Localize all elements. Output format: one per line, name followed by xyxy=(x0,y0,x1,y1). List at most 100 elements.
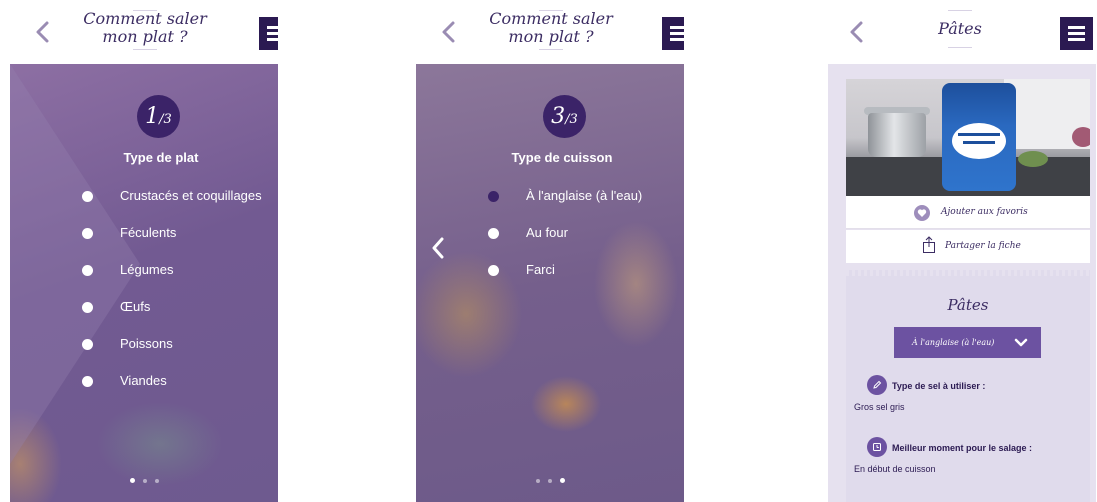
hamburger-icon xyxy=(267,38,278,41)
chevron-down-icon xyxy=(1014,338,1028,347)
hamburger-icon xyxy=(1068,32,1085,35)
card-edge-decoration xyxy=(846,270,1090,276)
option-item[interactable]: À l'anglaise (à l'eau) xyxy=(488,188,642,225)
option-item[interactable]: Féculents xyxy=(82,225,262,262)
cooking-method-value: À l'anglaise (à l'eau) xyxy=(912,338,995,347)
page-title: Pâtes xyxy=(885,10,1035,48)
step-current: 1 xyxy=(145,104,160,129)
radio-dot[interactable] xyxy=(82,265,93,276)
hamburger-icon xyxy=(267,26,278,29)
page-title-text: Pâtes xyxy=(938,19,982,38)
radio-dot[interactable] xyxy=(82,191,93,202)
salt-bag-label xyxy=(952,123,1006,159)
best-moment-label: Meilleur moment pour le salage : xyxy=(892,443,1033,453)
back-button[interactable] xyxy=(32,18,54,46)
page-dot[interactable] xyxy=(129,478,135,483)
page-dot[interactable] xyxy=(547,479,552,483)
share-sheet-button[interactable]: Partager la fiche xyxy=(846,230,1090,263)
share-icon xyxy=(923,236,935,253)
onion-graphic xyxy=(1072,127,1090,147)
option-list: Crustacés et coquillages Féculents Légum… xyxy=(82,188,262,410)
salt-type-value: Gros sel gris xyxy=(854,402,905,412)
back-button[interactable] xyxy=(846,18,868,46)
option-label: Œufs xyxy=(120,299,151,314)
title-divider xyxy=(539,10,563,11)
herb-graphic xyxy=(1018,151,1048,167)
page-title: Comment saler mon plat ? xyxy=(476,9,626,50)
option-item[interactable]: Crustacés et coquillages xyxy=(82,188,262,225)
wizard-panel: 1/3 Type de plat Crustacés et coquillage… xyxy=(10,64,278,502)
section-title: Type de plat xyxy=(123,150,199,165)
title-divider xyxy=(133,49,157,50)
card-title: Pâtes xyxy=(947,296,989,314)
page-indicator xyxy=(416,478,684,483)
radio-dot-selected[interactable] xyxy=(488,191,499,202)
menu-button[interactable] xyxy=(259,17,278,50)
heart-icon xyxy=(914,205,930,221)
page-title: Comment saler mon plat ? xyxy=(70,9,220,50)
radio-dot[interactable] xyxy=(488,265,499,276)
option-item[interactable]: Légumes xyxy=(82,262,262,299)
add-favorites-button[interactable]: Ajouter aux favoris xyxy=(846,196,1090,229)
hamburger-icon xyxy=(670,38,684,41)
chevron-left-icon[interactable] xyxy=(431,236,445,260)
menu-button[interactable] xyxy=(1060,17,1093,50)
radio-dot[interactable] xyxy=(82,302,93,313)
recipe-info-card: Pâtes À l'anglaise (à l'eau) Type de sel… xyxy=(846,270,1090,502)
title-divider xyxy=(539,49,563,50)
step-indicator: 1/3 xyxy=(137,95,180,138)
option-label: Au four xyxy=(526,225,568,240)
menu-button[interactable] xyxy=(662,17,684,50)
option-label: Féculents xyxy=(120,225,177,240)
page-dot[interactable] xyxy=(142,479,147,483)
salt-type-label: Type de sel à utiliser : xyxy=(892,381,986,391)
screen-recipe-sheet: Pâtes Ajouter aux favoris Partager la fi… xyxy=(828,0,1096,502)
cooking-method-select[interactable]: À l'anglaise (à l'eau) xyxy=(894,327,1041,358)
step-total: /3 xyxy=(159,112,172,127)
cooking-pot-graphic xyxy=(868,113,926,157)
wizard-panel: 3/3 Type de cuisson À l'anglaise (à l'ea… xyxy=(416,64,684,502)
app-header: Comment saler mon plat ? xyxy=(10,0,278,64)
hamburger-icon xyxy=(1068,26,1085,29)
app-header: Pâtes xyxy=(828,0,1096,64)
back-button[interactable] xyxy=(438,18,460,46)
page-indicator xyxy=(10,478,278,483)
screen-cooking-type: Comment saler mon plat ? 3/3 Type de cui… xyxy=(416,0,684,502)
radio-dot[interactable] xyxy=(488,228,499,239)
page-title-text: Comment saler mon plat ? xyxy=(489,9,613,46)
step-total: /3 xyxy=(565,112,578,127)
option-label: Crustacés et coquillages xyxy=(120,188,262,203)
screen-dish-type: Comment saler mon plat ? 1/3 Type de pla… xyxy=(10,0,278,502)
section-title: Type de cuisson xyxy=(511,150,613,165)
option-list: À l'anglaise (à l'eau) Au four Farci xyxy=(488,188,642,299)
page-title-text: Comment saler mon plat ? xyxy=(83,9,207,46)
radio-dot[interactable] xyxy=(82,228,93,239)
option-label: Poissons xyxy=(120,336,173,351)
hamburger-icon xyxy=(1068,38,1085,41)
option-item[interactable]: Viandes xyxy=(82,373,262,410)
salt-bag-graphic xyxy=(942,83,1016,191)
timer-icon xyxy=(867,437,887,457)
option-item[interactable]: Farci xyxy=(488,262,642,299)
page-dot[interactable] xyxy=(154,479,159,483)
page-dot[interactable] xyxy=(559,478,565,483)
add-favorites-label: Ajouter aux favoris xyxy=(941,207,1028,217)
product-photo xyxy=(846,79,1090,196)
app-header: Comment saler mon plat ? xyxy=(416,0,684,64)
radio-dot[interactable] xyxy=(82,376,93,387)
pencil-icon xyxy=(867,375,887,395)
hamburger-icon xyxy=(267,32,278,35)
option-label: Farci xyxy=(526,262,555,277)
hamburger-icon xyxy=(670,26,684,29)
radio-dot[interactable] xyxy=(82,339,93,350)
option-item[interactable]: Au four xyxy=(488,225,642,262)
page-dot[interactable] xyxy=(535,479,540,483)
option-item[interactable]: Œufs xyxy=(82,299,262,336)
title-divider xyxy=(948,47,972,48)
hamburger-icon xyxy=(670,32,684,35)
option-label: Viandes xyxy=(120,373,167,388)
chevron-left-icon xyxy=(36,21,49,43)
option-item[interactable]: Poissons xyxy=(82,336,262,373)
option-label: Légumes xyxy=(120,262,174,277)
title-divider xyxy=(948,10,972,11)
